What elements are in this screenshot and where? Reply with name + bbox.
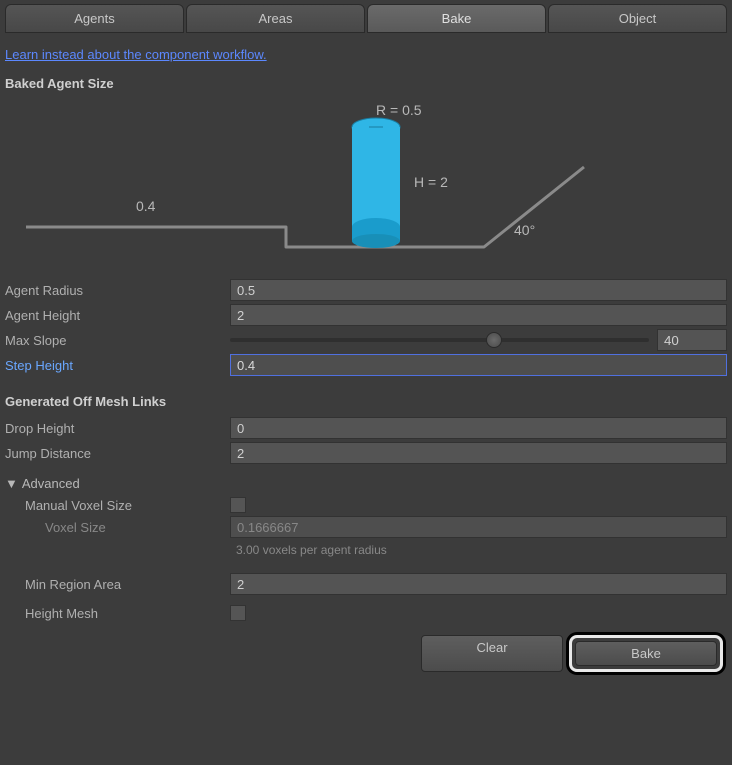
tab-areas[interactable]: Areas (186, 4, 365, 33)
tab-bar: Agents Areas Bake Object (5, 0, 727, 35)
agent-height-input[interactable] (230, 304, 727, 326)
voxel-size-hint: 3.00 voxels per agent radius (230, 541, 727, 559)
chevron-down-icon: ▼ (5, 476, 18, 491)
drop-height-label: Drop Height (5, 421, 230, 436)
advanced-foldout[interactable]: ▼ Advanced (5, 476, 727, 491)
off-mesh-links-heading: Generated Off Mesh Links (5, 394, 727, 409)
jump-distance-input[interactable] (230, 442, 727, 464)
max-slope-thumb[interactable] (486, 332, 502, 348)
agent-radius-input[interactable] (230, 279, 727, 301)
tab-object[interactable]: Object (548, 4, 727, 33)
diagram-height-label: H = 2 (414, 174, 448, 190)
agent-height-label: Agent Height (5, 308, 230, 323)
clear-button[interactable]: Clear (421, 635, 563, 672)
height-mesh-checkbox[interactable] (230, 605, 246, 621)
step-height-input[interactable] (230, 354, 727, 376)
bake-button-highlight: Bake (569, 635, 723, 672)
tab-bake[interactable]: Bake (367, 4, 546, 33)
bake-button[interactable]: Bake (575, 641, 717, 666)
max-slope-label: Max Slope (5, 333, 230, 348)
advanced-label: Advanced (22, 476, 80, 491)
min-region-area-input[interactable] (230, 573, 727, 595)
voxel-size-input (230, 516, 727, 538)
min-region-area-label: Min Region Area (5, 577, 230, 592)
agent-size-diagram: 0.4 40° R = 0.5 H = 2 (5, 99, 727, 269)
max-slope-value[interactable] (657, 329, 727, 351)
manual-voxel-size-checkbox[interactable] (230, 497, 246, 513)
manual-voxel-size-label: Manual Voxel Size (5, 498, 230, 513)
drop-height-input[interactable] (230, 417, 727, 439)
height-mesh-label: Height Mesh (5, 606, 230, 621)
agent-radius-label: Agent Radius (5, 283, 230, 298)
diagram-slope-label: 40° (514, 222, 535, 238)
tab-agents[interactable]: Agents (5, 4, 184, 33)
step-height-label: Step Height (5, 358, 230, 373)
jump-distance-label: Jump Distance (5, 446, 230, 461)
diagram-step-label: 0.4 (136, 198, 156, 214)
max-slope-slider[interactable] (230, 338, 649, 342)
voxel-size-label: Voxel Size (5, 520, 230, 535)
diagram-radius-label: R = 0.5 (376, 102, 422, 118)
component-workflow-link[interactable]: Learn instead about the component workfl… (5, 47, 267, 62)
baked-agent-size-heading: Baked Agent Size (5, 76, 727, 91)
